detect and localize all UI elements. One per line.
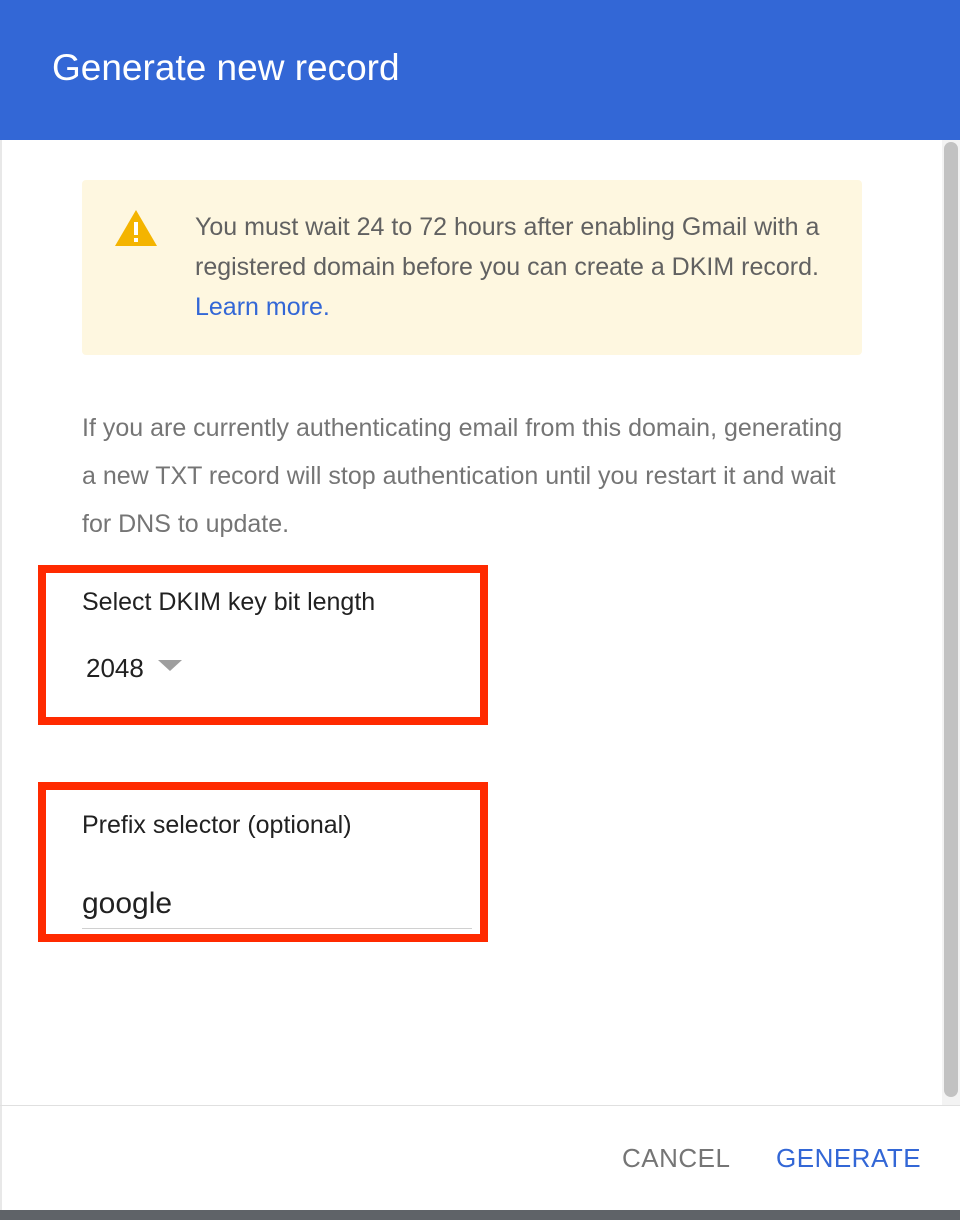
cancel-button[interactable]: CANCEL	[622, 1138, 730, 1178]
dialog-left-border	[0, 140, 2, 1210]
generate-button[interactable]: GENERATE	[776, 1138, 921, 1178]
learn-more-link[interactable]: Learn more.	[195, 293, 330, 321]
key-length-label: Select DKIM key bit length	[82, 588, 376, 616]
key-length-select[interactable]: 2048	[86, 648, 182, 688]
generate-record-dialog: Generate new record You must wait 24 to …	[0, 0, 960, 1210]
dropdown-arrow-icon	[157, 659, 182, 671]
scrollbar-thumb[interactable]	[944, 142, 958, 1097]
key-length-value: 2048	[86, 652, 144, 683]
info-text: If you are currently authenticating emai…	[82, 414, 843, 538]
warning-banner: You must wait 24 to 72 hours after enabl…	[82, 180, 862, 355]
footer-divider	[0, 1105, 960, 1106]
dialog-title: Generate new record	[52, 47, 400, 88]
warning-icon	[115, 210, 157, 246]
warning-text: You must wait 24 to 72 hours after enabl…	[195, 213, 820, 281]
prefix-selector-label: Prefix selector (optional)	[82, 811, 352, 839]
dialog-header: Generate new record	[0, 0, 960, 140]
warning-message: You must wait 24 to 72 hours after enabl…	[195, 207, 835, 327]
prefix-selector-input[interactable]	[82, 880, 472, 929]
